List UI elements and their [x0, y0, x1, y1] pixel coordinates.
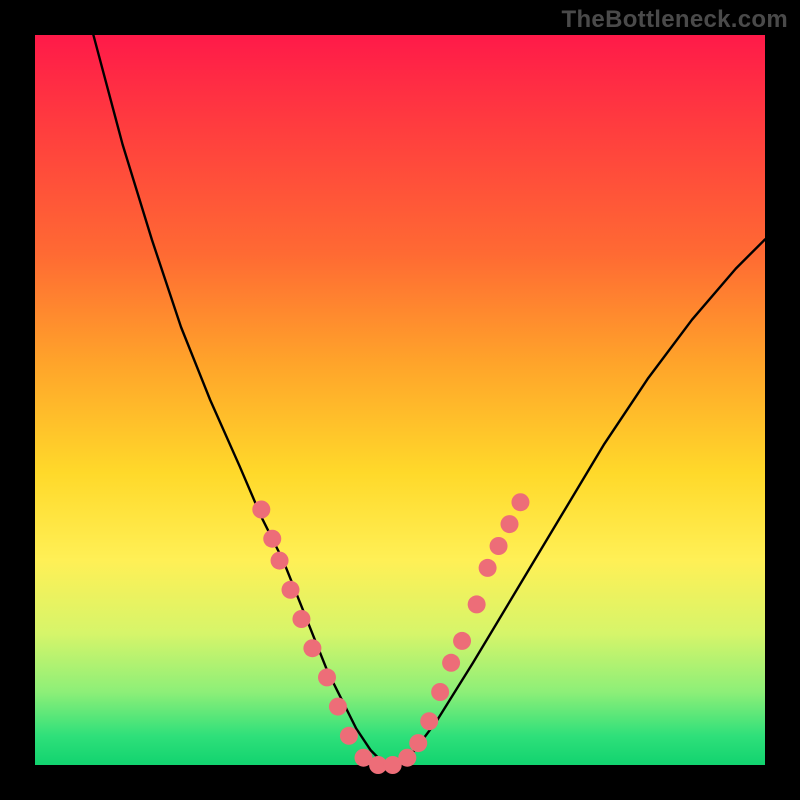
curve-marker	[271, 552, 289, 570]
plot-area	[35, 35, 765, 765]
curve-marker	[479, 559, 497, 577]
curve-marker	[490, 537, 508, 555]
curve-marker	[340, 727, 358, 745]
curve-marker	[453, 632, 471, 650]
curve-marker	[303, 639, 321, 657]
curve-marker	[263, 530, 281, 548]
curve-marker	[282, 581, 300, 599]
curve-markers	[252, 493, 529, 774]
curve-marker	[318, 668, 336, 686]
curve-marker	[409, 734, 427, 752]
curve-marker	[468, 595, 486, 613]
curve-marker	[442, 654, 460, 672]
curve-marker	[431, 683, 449, 701]
curve-marker	[292, 610, 310, 628]
curve-marker	[501, 515, 519, 533]
watermark-text: TheBottleneck.com	[562, 6, 788, 34]
curve-marker	[420, 712, 438, 730]
curve-marker	[511, 493, 529, 511]
curve-marker	[329, 698, 347, 716]
chart-frame: TheBottleneck.com	[0, 0, 800, 800]
bottleneck-curve	[93, 35, 765, 765]
curve-overlay	[35, 35, 765, 765]
curve-marker	[252, 501, 270, 519]
curve-marker	[398, 749, 416, 767]
